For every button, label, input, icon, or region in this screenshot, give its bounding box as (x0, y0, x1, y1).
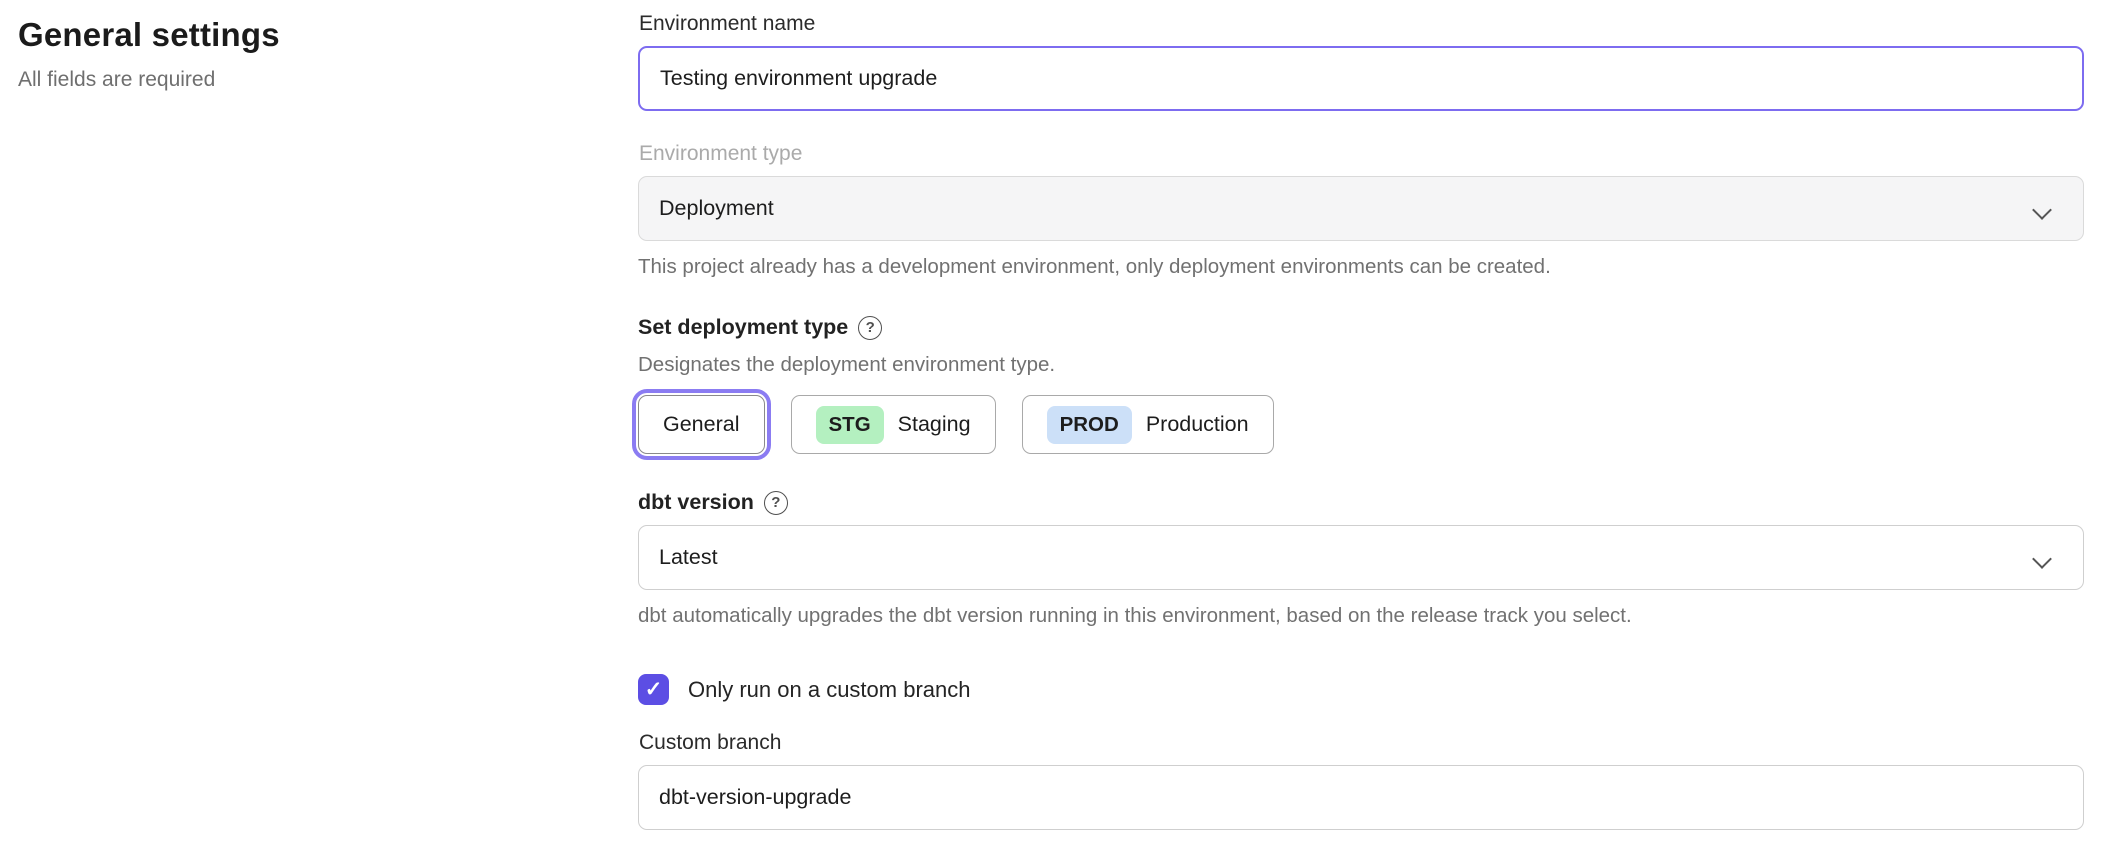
custom-branch-checkbox-label[interactable]: Only run on a custom branch (688, 677, 970, 703)
general-settings-page: General settings All fields are required… (0, 0, 2116, 864)
environment-name-label: Environment name (639, 12, 2084, 36)
environment-name-group: Environment name (638, 12, 2084, 111)
custom-branch-input[interactable] (638, 765, 2084, 830)
deployment-type-option-staging-label: Staging (898, 412, 971, 437)
chevron-down-icon (2032, 549, 2052, 569)
custom-branch-checkbox[interactable]: ✓ (638, 674, 669, 705)
deployment-type-option-production[interactable]: PROD Production (1022, 395, 1274, 454)
environment-type-group: Environment type Deployment This project… (638, 142, 2084, 279)
settings-header: General settings All fields are required (18, 16, 618, 92)
custom-branch-checkbox-row: ✓ Only run on a custom branch (638, 674, 2084, 705)
production-badge: PROD (1047, 406, 1132, 444)
dbt-version-heading-row: dbt version ? (638, 490, 2084, 515)
deployment-type-options: General STG Staging PROD Production (638, 395, 2084, 454)
custom-branch-label: Custom branch (639, 731, 2084, 755)
deployment-type-option-staging[interactable]: STG Staging (791, 395, 996, 454)
deployment-type-option-production-label: Production (1146, 412, 1249, 437)
help-icon[interactable]: ? (858, 316, 882, 340)
environment-type-helper: This project already has a development e… (638, 255, 2084, 279)
environment-settings-form: Environment name Environment type Deploy… (638, 12, 2084, 830)
environment-type-value: Deployment (659, 196, 774, 221)
page-subtitle: All fields are required (18, 68, 618, 92)
environment-name-input[interactable] (638, 46, 2084, 111)
dbt-version-value: Latest (659, 545, 718, 570)
page-title: General settings (18, 16, 618, 54)
dbt-version-group: dbt version ? Latest dbt automatically u… (638, 490, 2084, 628)
deployment-type-group: Set deployment type ? Designates the dep… (638, 315, 2084, 454)
deployment-type-helper: Designates the deployment environment ty… (638, 353, 2084, 377)
deployment-type-option-general-label: General (663, 412, 740, 437)
checkmark-icon: ✓ (645, 677, 663, 702)
chevron-down-icon (2032, 200, 2052, 220)
dbt-version-select[interactable]: Latest (638, 525, 2084, 590)
environment-type-label: Environment type (639, 142, 2084, 166)
help-icon[interactable]: ? (764, 491, 788, 515)
deployment-type-label: Set deployment type (638, 315, 848, 340)
deployment-type-option-general[interactable]: General (638, 395, 765, 454)
staging-badge: STG (816, 406, 884, 444)
custom-branch-group: Custom branch (638, 731, 2084, 830)
dbt-version-helper: dbt automatically upgrades the dbt versi… (638, 604, 2084, 628)
deployment-type-heading-row: Set deployment type ? (638, 315, 2084, 340)
dbt-version-label: dbt version (638, 490, 754, 515)
environment-type-select: Deployment (638, 176, 2084, 241)
